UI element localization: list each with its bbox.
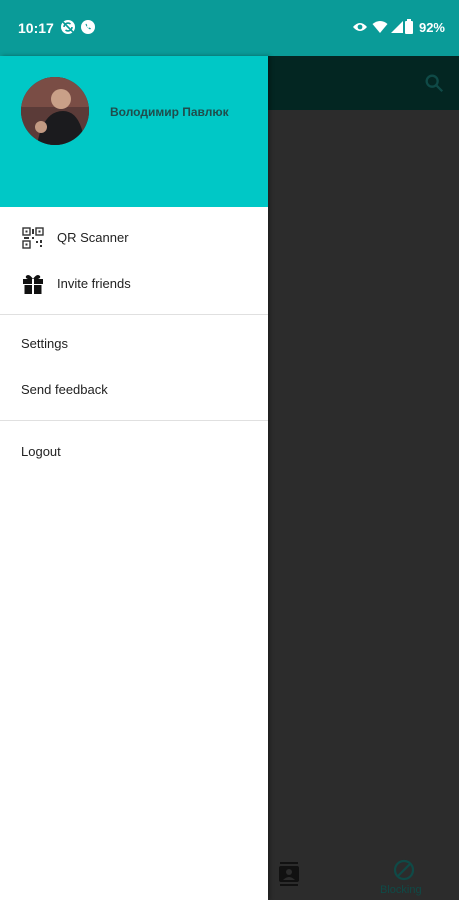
menu-item-logout[interactable]: Logout — [0, 430, 268, 474]
qr-code-icon — [22, 227, 44, 249]
user-name: Володимир Павлюк — [110, 105, 229, 119]
menu-item-invite-friends[interactable]: Invite friends — [0, 262, 268, 306]
gift-icon — [23, 275, 43, 294]
drawer-header: Володимир Павлюк — [0, 56, 268, 207]
battery-percent: 92% — [418, 20, 445, 35]
blocking-tab-label[interactable]: Blocking — [380, 884, 422, 896]
divider — [0, 314, 268, 315]
menu-item-label: Invite friends — [57, 276, 131, 291]
menu-item-send-feedback[interactable]: Send feedback — [0, 368, 268, 412]
status-bar: 10:17 92% — [0, 0, 459, 56]
menu-item-label: Settings — [21, 336, 68, 351]
menu-item-qr-scanner[interactable]: QR Scanner — [0, 216, 268, 260]
eye-icon — [353, 23, 367, 31]
search-icon[interactable] — [423, 72, 445, 94]
wifi-icon — [372, 21, 388, 33]
whatsapp-icon — [81, 20, 95, 34]
avatar[interactable] — [21, 77, 89, 145]
contacts-icon[interactable] — [278, 862, 300, 886]
menu-item-label: Send feedback — [21, 382, 108, 397]
logout-label: Logout — [21, 444, 61, 459]
navigation-drawer: Володимир Павлюк QR Scanner Invite frien… — [0, 56, 268, 900]
sync-disabled-icon — [61, 20, 75, 34]
menu-item-label: QR Scanner — [57, 230, 129, 245]
battery-icon — [405, 19, 413, 34]
menu-item-settings[interactable]: Settings — [0, 322, 268, 366]
signal-icon — [391, 21, 403, 33]
block-icon[interactable] — [392, 858, 416, 882]
divider — [0, 420, 268, 421]
status-time: 10:17 — [18, 20, 54, 36]
